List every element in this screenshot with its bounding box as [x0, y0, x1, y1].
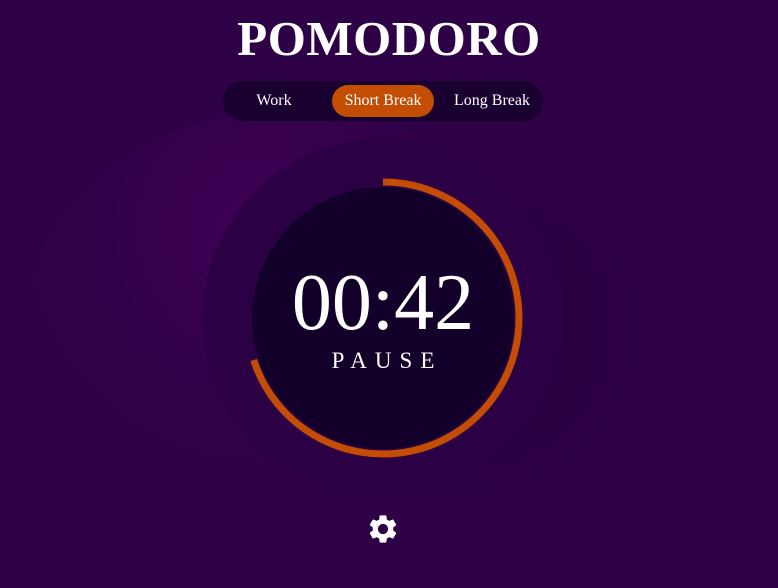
timer-display: 00:42 — [291, 259, 475, 347]
tab-long-break[interactable]: Long Break — [445, 85, 539, 117]
tab-short-break[interactable]: Short Break — [332, 85, 434, 117]
pause-button[interactable]: PAUSE — [252, 346, 514, 376]
app-title: POMODORO — [237, 11, 541, 66]
mode-tab-bar: Work Short Break Long Break — [223, 81, 543, 121]
gear-icon[interactable] — [366, 512, 400, 546]
tab-work[interactable]: Work — [233, 85, 315, 117]
